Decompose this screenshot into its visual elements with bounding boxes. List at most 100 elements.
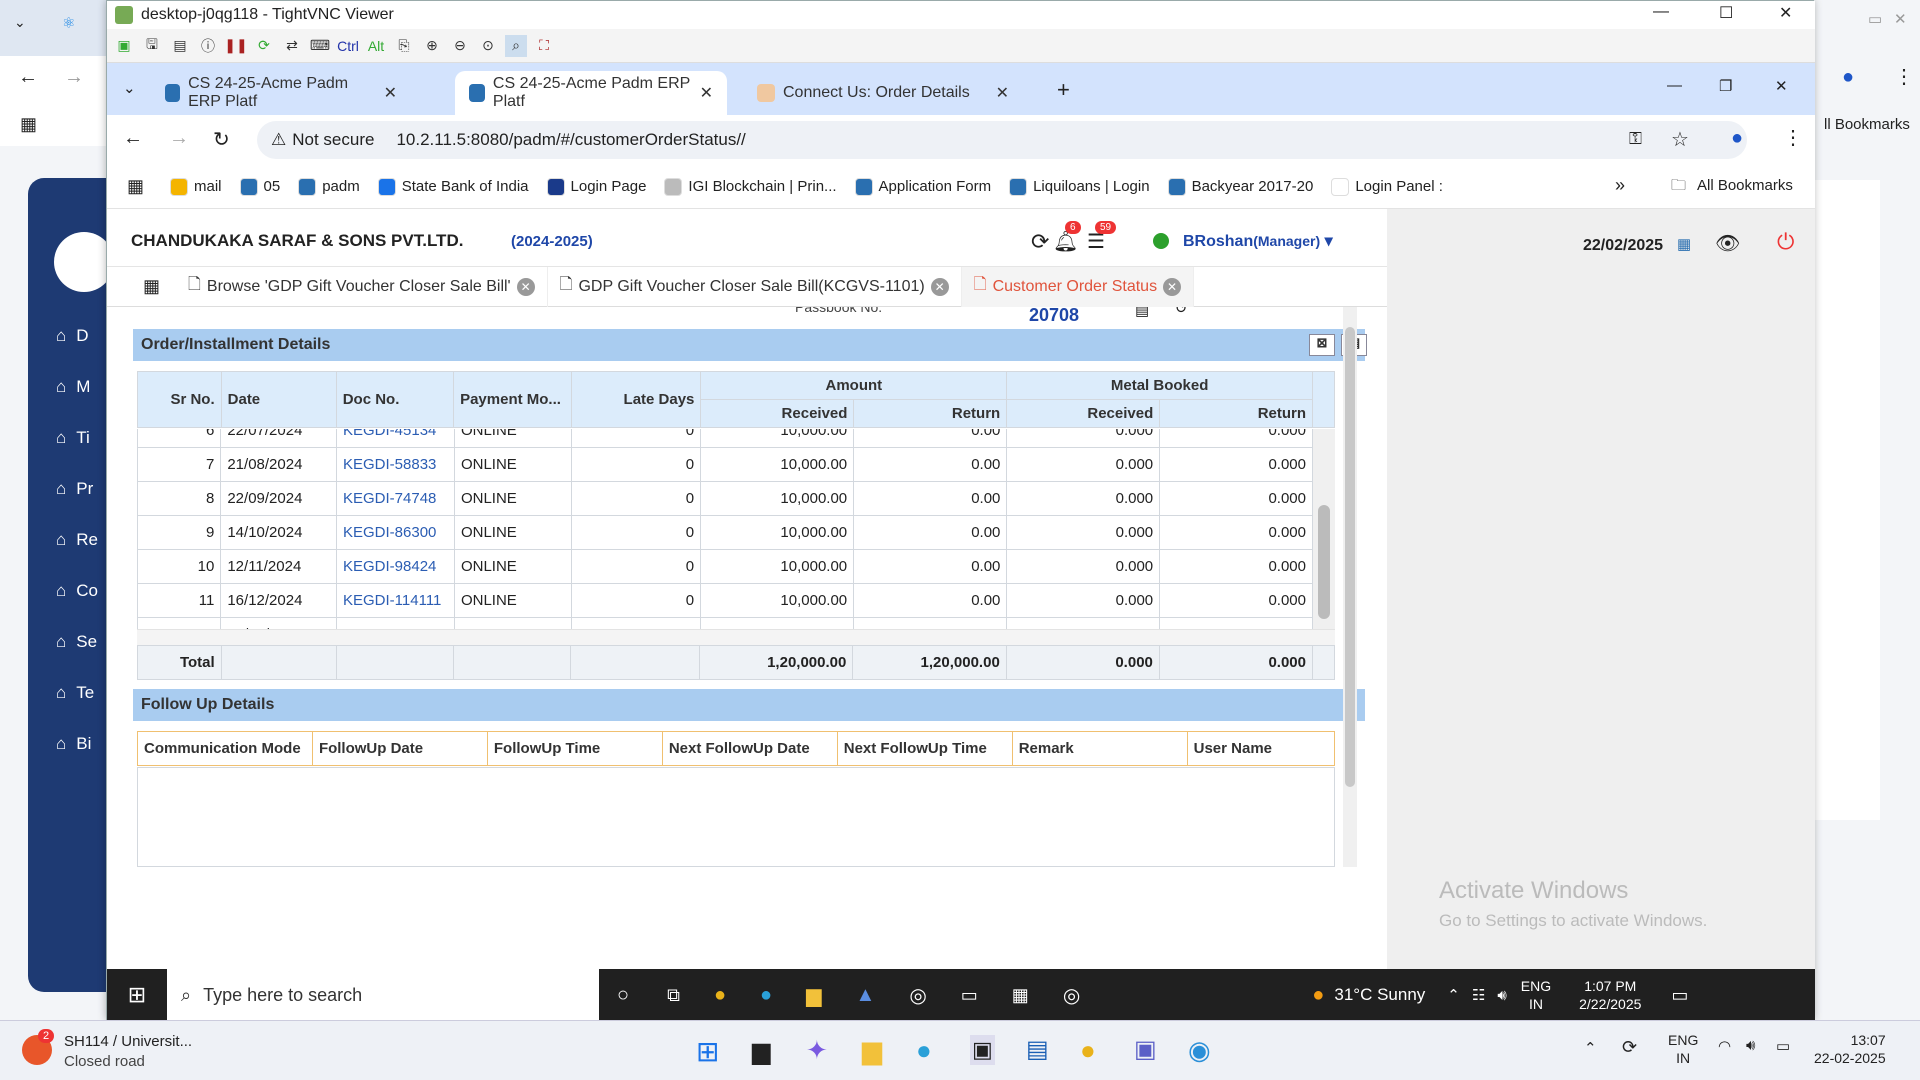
host-sidebar-item[interactable]: ⌂ D [56, 326, 89, 346]
explorer-icon[interactable]: ▆ [806, 983, 821, 1008]
ctrl-alt-del-icon[interactable]: ⌨ [309, 35, 331, 57]
followup-col[interactable]: Next FollowUp Date [661, 731, 838, 766]
tab-search-icon[interactable]: ⌄ [14, 14, 26, 31]
close-icon[interactable]: ✕ [700, 83, 713, 103]
profile-icon[interactable]: ● [1731, 127, 1743, 150]
refresh-icon[interactable]: ⟳ [1031, 229, 1049, 255]
volume-icon[interactable]: 🔊︎ [1497, 987, 1506, 1004]
menu-icon[interactable]: ⋮ [1894, 64, 1914, 89]
table-row[interactable]: 6 22/07/2024 KEGDI-45134 ONLINE 0 10,000.00 0.… [137, 429, 1313, 448]
close-icon[interactable]: ✕ [384, 83, 397, 103]
edge-icon[interactable]: ● [916, 1035, 932, 1066]
bookmark-item[interactable]: IGI Blockchain | Prin... [664, 177, 837, 196]
table-row[interactable]: 9 14/10/2024 KEGDI-86300 ONLINE 0 10,000.00 0.… [137, 515, 1313, 550]
options-icon[interactable]: ▤ [169, 35, 191, 57]
save-icon[interactable]: 🖫 [141, 35, 163, 57]
volume-icon[interactable]: 🔊︎ [1746, 1037, 1755, 1054]
remote-clock[interactable]: 1:07 PM 2/22/2025 [1579, 977, 1641, 1013]
followup-col[interactable]: Communication Mode [137, 731, 313, 766]
back-icon[interactable]: ← [123, 127, 143, 150]
host-sidebar-item[interactable]: ⌂ Se [56, 632, 97, 652]
omnibox[interactable]: ⚠ Not secure 10.2.11.5:8080/padm/#/custo… [257, 121, 1747, 159]
host-sidebar-item[interactable]: ⌂ Ti [56, 428, 90, 448]
user-menu[interactable]: BRoshan(Manager) ▾ [1183, 231, 1333, 251]
key-icon[interactable]: ⚿ [1629, 129, 1642, 149]
zoom-out-icon[interactable]: ⊖ [449, 35, 471, 57]
cell-doc[interactable]: KEGDI-123750 [336, 617, 455, 629]
zoom-in-icon[interactable]: ⊕ [421, 35, 443, 57]
info-icon[interactable]: ⓘ [197, 35, 219, 57]
page-scrollbar[interactable] [1343, 307, 1357, 867]
bookmark-item[interactable]: Login Page [546, 177, 646, 196]
apps-icon[interactable]: ▦ [127, 176, 144, 197]
forward-icon[interactable]: → [64, 66, 84, 89]
cell-doc[interactable]: KEGDI-86300 [336, 515, 455, 550]
wifi-icon[interactable]: ◠ [1718, 1037, 1731, 1055]
host-clock[interactable]: 13:07 22-02-2025 [1814, 1031, 1886, 1067]
tightvnc-icon[interactable]: ▣ [970, 1035, 995, 1065]
tray-chevron-icon[interactable]: ⌃ [1447, 986, 1460, 1004]
table-row[interactable]: 11 16/12/2024 KEGDI-114111 ONLINE 0 10,000.00… [137, 583, 1313, 618]
col-date[interactable]: Date [220, 371, 337, 428]
cell-doc[interactable]: KEGDI-114111 [336, 583, 455, 618]
host-sidebar-item[interactable]: ⌂ Co [56, 581, 98, 601]
app-icon-3[interactable]: ◎ [1063, 983, 1080, 1008]
refresh-icon[interactable]: ⟳ [253, 35, 275, 57]
teams-icon[interactable]: ▣ [1134, 1035, 1157, 1064]
cell-doc[interactable]: KEGDI-98424 [336, 549, 455, 584]
app-icon-2[interactable]: ◎ [909, 983, 926, 1008]
task-view-icon[interactable]: ⧉ [667, 985, 680, 1006]
profile-icon[interactable]: ● [1842, 66, 1854, 89]
col-late-days[interactable]: Late Days [571, 371, 702, 428]
col-payment[interactable]: Payment Mo... [453, 371, 573, 428]
forward-icon[interactable]: → [169, 127, 189, 150]
scroll-thumb[interactable] [1318, 505, 1330, 619]
sync-icon[interactable]: ⟳ [1622, 1037, 1637, 1058]
tab-list-icon[interactable]: ⌄ [123, 79, 136, 97]
close-icon[interactable]: ✕ [930, 277, 949, 296]
close-icon[interactable]: ✕ [1163, 277, 1182, 296]
chrome-tab-1[interactable]: CS 24-25-Acme Padm ERP Platf ✕ [151, 71, 411, 115]
chrome-minimize-icon[interactable]: — [1667, 77, 1682, 94]
chrome-tab-3[interactable]: Connect Us: Order Details ✕ [743, 71, 1023, 115]
undo-icon[interactable]: ↺ [1175, 307, 1188, 317]
chrome-icon[interactable]: ● [1080, 1035, 1096, 1066]
excel-export-icon[interactable]: ⊠ [1309, 334, 1335, 356]
transfer-icon[interactable]: ⇄ [281, 35, 303, 57]
calculator-icon[interactable]: ▦ [1012, 985, 1029, 1006]
vnc-minimize-icon[interactable]: — [1653, 3, 1669, 21]
network-icon[interactable]: ☷ [1472, 986, 1485, 1004]
start-icon[interactable]: ⊞ [107, 982, 167, 1008]
notification-title[interactable]: SH114 / Universit... [64, 1033, 192, 1050]
followup-col[interactable]: User Name [1186, 731, 1336, 766]
current-date[interactable]: 22/02/2025 [1583, 237, 1663, 255]
col-doc[interactable]: Doc No. [335, 371, 455, 428]
horizontal-scrollbar[interactable] [137, 629, 1335, 645]
col-sr[interactable]: Sr No. [137, 371, 222, 428]
chrome-restore-icon[interactable]: ❐ [1719, 77, 1732, 95]
all-bookmarks-link[interactable]: All Bookmarks [1697, 177, 1793, 194]
zoom-fit-icon[interactable]: ⌕ [505, 34, 527, 57]
col-metal-received[interactable]: Received [1006, 399, 1161, 428]
pause-icon[interactable]: ❚❚ [224, 35, 247, 57]
more-bookmarks-icon[interactable]: » [1615, 175, 1625, 196]
minimize-icon[interactable]: ▭ [1868, 10, 1882, 28]
followup-col[interactable]: Next FollowUp Time [836, 731, 1013, 766]
close-icon[interactable]: ✕ [1894, 10, 1907, 28]
col-amount-return[interactable]: Return [853, 399, 1008, 428]
col-amount-received[interactable]: Received [700, 399, 855, 428]
close-icon[interactable]: ✕ [516, 277, 535, 296]
remote-search-box[interactable]: ⌕ Type here to search [167, 969, 599, 1021]
app-icon[interactable]: ▲ [856, 984, 876, 1007]
new-tab-icon[interactable]: + [1057, 77, 1070, 103]
table-row[interactable]: 10 12/11/2024 KEGDI-98424 ONLINE 0 10,000.00 0… [137, 549, 1313, 584]
col-metal-return[interactable]: Return [1159, 399, 1314, 428]
zoom-100-icon[interactable]: ⊙ [477, 35, 499, 57]
new-connection-icon[interactable]: ▣ [113, 35, 135, 57]
star-icon[interactable]: ☆ [1671, 127, 1689, 152]
bookmark-item[interactable]: Liquiloans | Login [1009, 177, 1150, 196]
chrome-close-icon[interactable]: ✕ [1775, 77, 1788, 95]
host-sidebar-item[interactable]: ⌂ M [56, 377, 90, 397]
page-scroll-thumb[interactable] [1345, 327, 1355, 787]
bookmark-item[interactable]: Application Form [854, 177, 991, 196]
